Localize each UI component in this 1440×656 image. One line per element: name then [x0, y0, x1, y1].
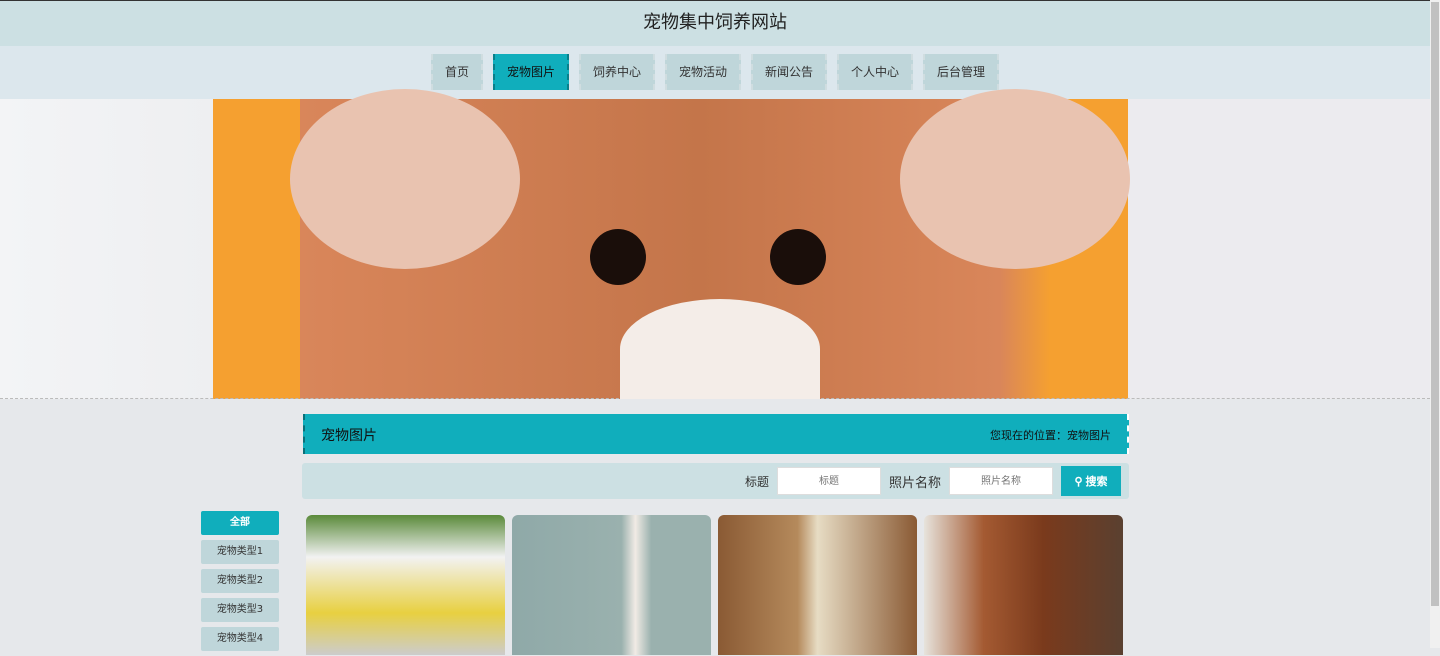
- search-bar: 标题 照片名称 ⚲搜索: [302, 463, 1129, 499]
- breadcrumb-bar: 宠物图片 您现在的位置：宠物图片: [303, 414, 1129, 454]
- search-button-label: 搜索: [1085, 476, 1108, 488]
- breadcrumb: 您现在的位置：宠物图片: [990, 429, 1111, 442]
- pet-card-image[interactable]: [718, 515, 917, 655]
- title-input[interactable]: [776, 467, 881, 495]
- nav-pet-activities[interactable]: 宠物活动: [664, 54, 741, 90]
- dog-ear-left: [290, 89, 520, 269]
- pet-card-image[interactable]: [512, 515, 711, 655]
- dog-eye-right: [770, 229, 826, 285]
- scrollbar-thumb[interactable]: [1431, 2, 1439, 606]
- dog-eye-left: [590, 229, 646, 285]
- page-title: 宠物图片: [321, 428, 377, 444]
- category-sidebar: 全部 宠物类型1 宠物类型2 宠物类型3 宠物类型4: [201, 511, 279, 656]
- category-all[interactable]: 全部: [201, 511, 279, 535]
- category-item[interactable]: 宠物类型1: [201, 540, 279, 564]
- category-item[interactable]: 宠物类型2: [201, 569, 279, 593]
- search-icon: ⚲: [1074, 475, 1083, 488]
- page-scrollbar[interactable]: [1430, 0, 1440, 648]
- photo-name-label: 照片名称: [888, 475, 941, 491]
- search-button[interactable]: ⚲ 搜索: [1061, 466, 1121, 496]
- pet-card-image[interactable]: [924, 515, 1123, 655]
- pet-picture-grid: [306, 515, 1123, 655]
- nav-pet-pictures[interactable]: 宠物图片: [492, 54, 569, 90]
- title-label: 标题: [744, 474, 769, 489]
- nav-home[interactable]: 首页: [430, 54, 483, 90]
- nav-personal-center[interactable]: 个人中心: [837, 54, 914, 90]
- site-header: 宠物集中饲养网站: [0, 0, 1430, 46]
- category-item[interactable]: 宠物类型4: [201, 627, 279, 651]
- main-nav: 首页 宠物图片 饲养中心 宠物活动 新闻公告 个人中心 后台管理: [0, 46, 1430, 99]
- dog-ear-right: [900, 89, 1130, 269]
- photo-name-input[interactable]: [949, 467, 1053, 495]
- nav-admin[interactable]: 后台管理: [923, 54, 1000, 90]
- category-item[interactable]: 宠物类型3: [201, 598, 279, 622]
- nav-news[interactable]: 新闻公告: [751, 54, 828, 90]
- banner-image: [0, 89, 1430, 399]
- dog-snout: [620, 299, 820, 399]
- nav-feeding-center[interactable]: 饲养中心: [578, 54, 655, 90]
- pet-card-image[interactable]: [306, 515, 505, 655]
- site-title: 宠物集中饲养网站: [643, 12, 787, 33]
